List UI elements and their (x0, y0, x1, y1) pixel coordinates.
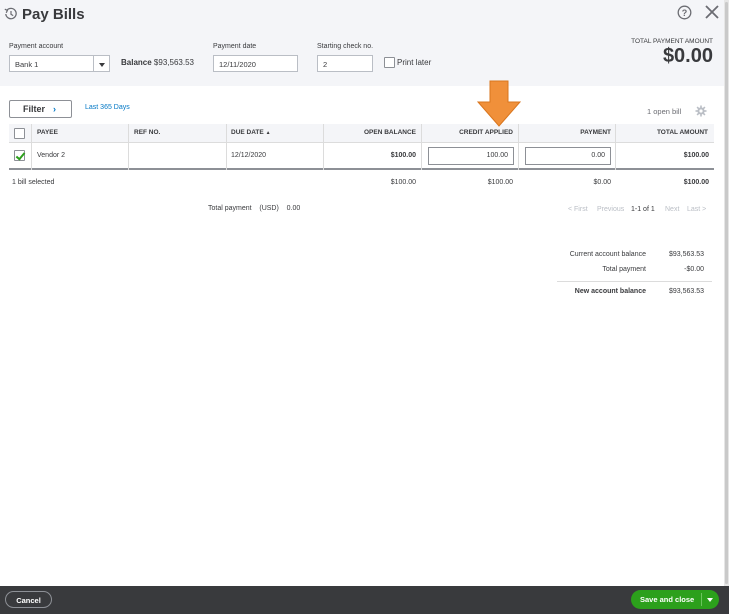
payment-date-label: Payment date (213, 43, 257, 50)
col-divider (518, 124, 519, 170)
pager-last[interactable]: Last > (687, 206, 706, 213)
cell-total-amount: $100.00 (683, 152, 709, 159)
payment-input[interactable]: 0.00 (525, 147, 611, 165)
close-icon[interactable] (704, 4, 720, 20)
check-no-label: Starting check no. (317, 43, 374, 50)
new-balance-label: New account balance (574, 288, 646, 295)
scrollbar[interactable] (724, 0, 729, 586)
print-later-label: Print later (397, 58, 432, 67)
cell-payee: Vendor 2 (37, 152, 66, 159)
footer-bar (0, 586, 729, 614)
col-total-amount[interactable]: TOTAL AMOUNT (616, 129, 708, 136)
arrow-annotation (476, 80, 522, 127)
save-and-close-button[interactable]: Save and close (631, 590, 719, 609)
account-balance: Balance $93,563.53 (121, 58, 194, 67)
check-no-input[interactable]: 2 (317, 55, 373, 72)
pager-previous[interactable]: Previous (597, 206, 624, 213)
cell-due-date: 12/12/2020 (231, 152, 267, 159)
divider (557, 281, 712, 282)
split-divider (701, 593, 702, 606)
cancel-button[interactable]: Cancel (5, 591, 52, 608)
col-divider (615, 124, 616, 170)
save-and-close-label: Save and close (640, 595, 695, 604)
col-payment[interactable]: PAYMENT (519, 129, 611, 136)
col-due-date[interactable]: DUE DATE ▲ (231, 129, 271, 136)
col-divider (226, 124, 227, 170)
bills-selected-text: 1 bill selected (12, 179, 55, 186)
filter-label: Filter (23, 104, 46, 114)
total-payment-value: 0.00 (286, 205, 301, 212)
date-filter-link[interactable]: Last 365 Days (85, 104, 130, 111)
payment-account-label: Payment account (9, 43, 64, 50)
summary-payment: $0.00 (593, 179, 611, 186)
new-balance-value: $93,563.53 (668, 288, 704, 295)
page-title: Pay Bills (22, 5, 85, 23)
col-due-date-label: DUE DATE (231, 129, 264, 136)
history-icon[interactable] (4, 7, 18, 21)
chevron-down-icon[interactable] (707, 598, 713, 602)
total-payment-summary-value: -$0.00 (684, 266, 704, 273)
total-payment-label: Total payment (208, 205, 252, 212)
current-balance-value: $93,563.53 (668, 251, 704, 258)
col-payee[interactable]: PAYEE (37, 129, 58, 136)
col-divider (31, 124, 32, 170)
title-row: Pay Bills (4, 4, 85, 24)
col-divider (421, 124, 422, 170)
payment-account-select[interactable]: Bank 1 (9, 55, 95, 72)
current-balance-label: Current account balance (569, 251, 646, 258)
open-bill-count: 1 open bill (647, 107, 682, 116)
col-divider (323, 124, 324, 170)
total-payment-row: Total payment (USD) 0.00 (208, 205, 300, 212)
col-ref-no[interactable]: REF NO. (134, 129, 160, 136)
credit-applied-input[interactable]: 100.00 (428, 147, 514, 165)
summary-credit-applied: $100.00 (487, 179, 513, 186)
total-payment-summary-label: Total payment (602, 266, 646, 273)
balance-label: Balance (121, 58, 152, 67)
pager-first[interactable]: < First (568, 206, 588, 213)
help-icon[interactable]: ? (677, 5, 692, 20)
gear-icon[interactable] (695, 105, 707, 117)
print-later-checkbox[interactable] (384, 57, 395, 68)
col-divider (128, 124, 129, 170)
svg-text:?: ? (682, 8, 688, 18)
select-all-checkbox[interactable] (14, 128, 25, 139)
chevron-down-icon[interactable] (93, 55, 110, 72)
chevron-right-icon: › (53, 104, 56, 114)
col-open-balance[interactable]: OPEN BALANCE (324, 129, 416, 136)
cell-open-balance: $100.00 (390, 152, 416, 159)
pager-range: 1-1 of 1 (631, 206, 655, 213)
pager-next[interactable]: Next (665, 206, 679, 213)
payment-date-input[interactable]: 12/11/2020 (213, 55, 298, 72)
scrollbar-thumb[interactable] (725, 2, 728, 584)
filter-button[interactable]: Filter › (9, 100, 72, 118)
summary-open-balance: $100.00 (390, 179, 416, 186)
total-payment-amount-label: TOTAL PAYMENT AMOUNT (631, 38, 713, 45)
row-checkbox[interactable] (14, 150, 25, 161)
total-payment-currency: (USD) (259, 205, 279, 212)
col-credit-applied[interactable]: CREDIT APPLIED (421, 129, 513, 136)
summary-total-amount: $100.00 (683, 179, 709, 186)
sort-up-icon: ▲ (265, 130, 271, 136)
balance-value: $93,563.53 (153, 58, 194, 67)
total-payment-amount-value: $0.00 (662, 45, 713, 67)
